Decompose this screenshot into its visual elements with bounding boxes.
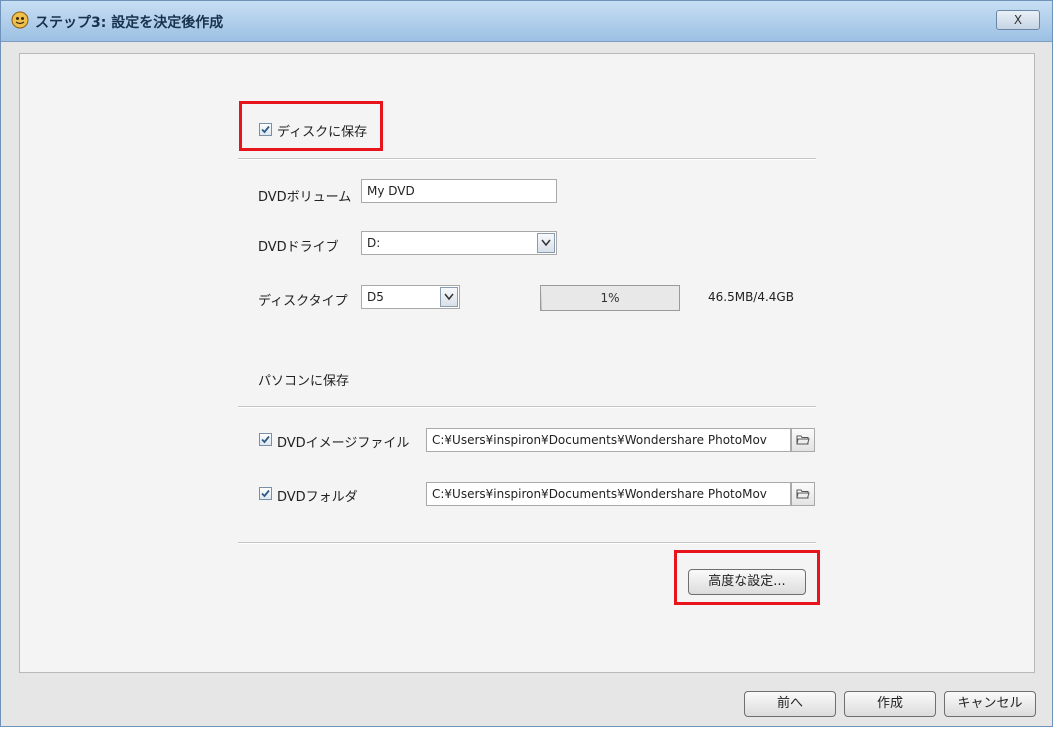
dvd-drive-value: D: [367, 236, 381, 250]
folder-icon [796, 435, 810, 445]
dvd-folder-browse-button[interactable] [791, 482, 815, 506]
disc-type-label: ディスクタイプ [258, 294, 348, 309]
dvd-folder-checkbox[interactable] [259, 487, 272, 500]
dvd-folder-path-input[interactable]: C:¥Users¥inspiron¥Documents¥Wondershare … [426, 482, 791, 506]
divider-top [238, 158, 816, 160]
app-icon [11, 11, 29, 29]
create-button[interactable]: 作成 [844, 691, 936, 717]
divider-bottom [238, 542, 816, 544]
dvd-image-file-checkbox[interactable] [259, 433, 272, 446]
highlight-save-to-disc [239, 101, 383, 151]
divider-middle [238, 406, 816, 408]
disc-usage-progress: 1% [540, 285, 680, 311]
back-button[interactable]: 前へ [744, 691, 836, 717]
highlight-advanced-settings [674, 550, 820, 605]
disc-usage-size: 46.5MB/4.4GB [708, 290, 794, 304]
cancel-button[interactable]: キャンセル [944, 691, 1036, 717]
dvd-image-file-label: DVDイメージファイル [277, 436, 410, 451]
dvd-volume-input[interactable]: My DVD [361, 179, 557, 203]
dvd-drive-label: DVDドライブ [258, 240, 339, 255]
disc-type-value: D5 [367, 290, 384, 304]
close-button[interactable]: X [996, 10, 1040, 30]
dvd-image-file-path-input[interactable]: C:¥Users¥inspiron¥Documents¥Wondershare … [426, 428, 791, 452]
disc-usage-progress-text: 1% [600, 291, 620, 305]
checkbox-check-icon [261, 489, 270, 498]
dvd-volume-label: DVDボリューム [258, 190, 352, 205]
dvd-drive-select[interactable]: D: [361, 231, 557, 255]
folder-icon [796, 489, 810, 499]
chevron-down-icon[interactable] [537, 233, 555, 253]
settings-panel: ディスクに保存 DVDボリューム My DVD DVDドライブ D: ディスクタ… [19, 53, 1035, 673]
dialog-window: ステップ3: 設定を決定後作成 X ディスクに保存 DVDボリューム My DV… [0, 0, 1053, 727]
save-to-pc-label: パソコンに保存 [258, 374, 350, 389]
dvd-folder-label: DVDフォルダ [277, 490, 358, 505]
chevron-down-icon[interactable] [440, 287, 458, 307]
close-icon: X [1013, 13, 1023, 27]
title-bar: ステップ3: 設定を決定後作成 X [1, 1, 1052, 42]
checkbox-check-icon [261, 435, 270, 444]
window-title: ステップ3: 設定を決定後作成 [35, 15, 224, 31]
disc-type-select[interactable]: D5 [361, 285, 460, 309]
dvd-image-file-browse-button[interactable] [791, 428, 815, 452]
